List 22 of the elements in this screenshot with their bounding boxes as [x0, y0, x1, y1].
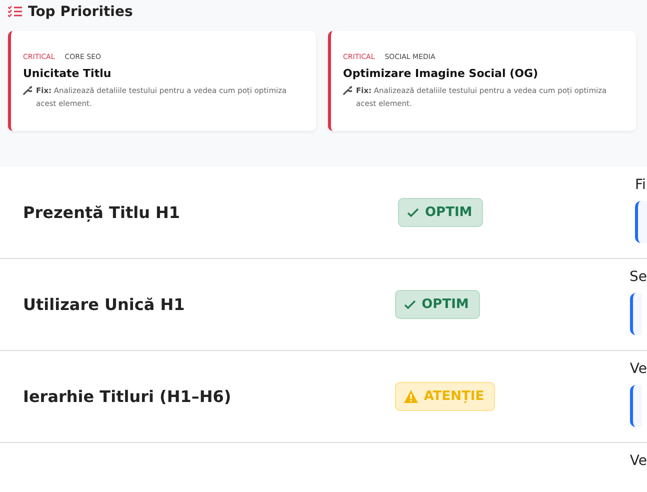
card-title: Optimizare Imagine Social (OG) [343, 67, 539, 80]
section-title: Top Priorities [28, 4, 133, 20]
status-badge: OPTIM [394, 290, 480, 319]
input-field[interactable] [630, 293, 642, 335]
wrench-icon [23, 86, 32, 95]
check-title: Prezență Titlu H1 [23, 203, 180, 222]
status-badge: OPTIM [398, 198, 484, 227]
input-field[interactable] [630, 385, 642, 427]
check-icon [404, 300, 416, 310]
field-label: Ve [630, 361, 647, 377]
wrench-icon [343, 86, 352, 95]
field-label: Se [630, 269, 647, 285]
checklist-icon [8, 6, 22, 18]
check-title: Ierarhie Titluri (H1–H6) [23, 387, 232, 406]
card-title: Unicitate Titlu [23, 67, 112, 80]
check-title: Utilizare Unică H1 [23, 295, 185, 314]
check-icon [407, 208, 419, 218]
warning-icon [404, 390, 418, 403]
field-label: Ve [630, 453, 647, 469]
status-badge: ATENȚIE [394, 382, 496, 411]
field-label: Fi [635, 177, 647, 193]
input-field[interactable] [635, 201, 647, 243]
